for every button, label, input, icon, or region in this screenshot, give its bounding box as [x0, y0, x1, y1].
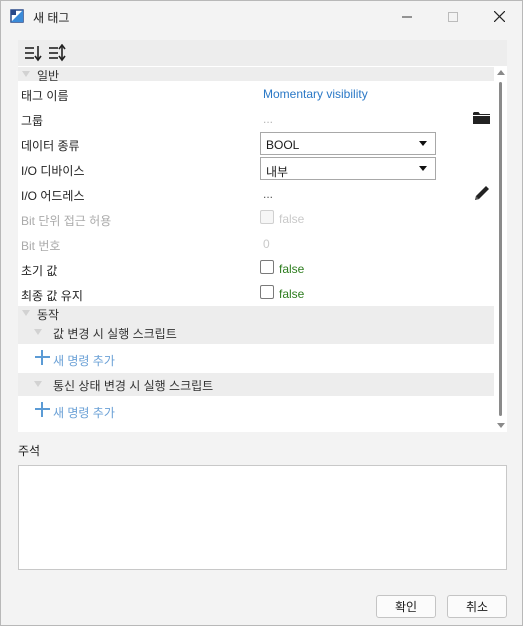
- tag-dialog-window: 새 태그 일반 태그 이름 Momentary visibility 그룹 ..…: [0, 0, 523, 626]
- row-bit-number: Bit 번호 0: [18, 231, 494, 256]
- window-title: 새 태그: [33, 11, 70, 25]
- add-command-button[interactable]: 새 명령 추가: [18, 344, 494, 372]
- maximize-icon: [448, 11, 458, 22]
- group-value[interactable]: ...: [263, 112, 273, 126]
- row-group: 그룹 ...: [18, 106, 494, 131]
- script-comm-change-header[interactable]: 통신 상태 변경 시 실행 스크립트: [18, 373, 494, 396]
- script-value-change-header[interactable]: 값 변경 시 실행 스크립트: [18, 321, 494, 344]
- data-type-select[interactable]: BOOL: [260, 132, 436, 155]
- initial-value-checkbox[interactable]: [260, 260, 274, 274]
- plus-icon: [35, 350, 50, 365]
- bit-access-label: Bit 단위 접근 허용: [21, 214, 112, 228]
- bit-access-checkbox: [260, 210, 274, 224]
- property-grid-toolbar: [18, 40, 507, 66]
- pencil-icon[interactable]: [473, 184, 491, 202]
- sort-categorized-icon[interactable]: [24, 44, 42, 62]
- collapse-triangle-icon: [34, 381, 42, 387]
- add-command-label: 새 명령 추가: [53, 406, 115, 420]
- row-io-address: I/O 어드레스 ...: [18, 181, 494, 206]
- script-value-change-label: 값 변경 시 실행 스크립트: [53, 327, 177, 341]
- bit-access-value: false: [279, 212, 305, 226]
- retain-last-label: 최종 값 유지: [21, 289, 83, 303]
- property-grid-scrollbar[interactable]: [495, 66, 507, 432]
- retain-last-checkbox[interactable]: [260, 285, 274, 299]
- add-command-button[interactable]: 새 명령 추가: [18, 396, 494, 424]
- section-behavior-header[interactable]: 동작: [18, 306, 494, 322]
- bit-number-value: 0: [263, 237, 270, 251]
- io-address-value[interactable]: ...: [263, 187, 273, 201]
- bit-number-label: Bit 번호: [21, 239, 61, 253]
- row-data-type: 데이터 종류 BOOL: [18, 131, 494, 156]
- initial-value-value: false: [279, 262, 305, 276]
- title-bar: 새 태그: [1, 1, 522, 32]
- data-type-label: 데이터 종류: [21, 139, 80, 153]
- collapse-triangle-icon: [22, 310, 30, 316]
- scroll-up-icon[interactable]: [497, 70, 505, 75]
- section-general-header[interactable]: 일반: [18, 67, 494, 83]
- comment-label: 주석: [18, 444, 41, 458]
- minimize-button[interactable]: [384, 1, 430, 32]
- dropdown-arrow-icon: [419, 166, 427, 171]
- close-button[interactable]: [476, 1, 522, 32]
- property-grid: 일반 태그 이름 Momentary visibility 그룹 ... 데이터…: [18, 40, 507, 432]
- script-comm-change-label: 통신 상태 변경 시 실행 스크립트: [53, 379, 214, 393]
- scroll-down-icon[interactable]: [497, 423, 505, 428]
- row-retain-last: 최종 값 유지 false: [18, 281, 494, 306]
- add-command-label: 새 명령 추가: [53, 354, 115, 368]
- group-label: 그룹: [21, 114, 44, 128]
- row-bit-access: Bit 단위 접근 허용 false: [18, 206, 494, 231]
- collapse-triangle-icon: [34, 329, 42, 335]
- collapse-triangle-icon: [22, 71, 30, 77]
- row-initial-value: 초기 값 false: [18, 256, 494, 281]
- io-device-label: I/O 디바이스: [21, 164, 85, 178]
- row-io-device: I/O 디바이스 내부: [18, 156, 494, 181]
- minimize-icon: [402, 16, 412, 17]
- sort-alphabetical-icon[interactable]: [48, 44, 66, 62]
- initial-value-label: 초기 값: [21, 264, 58, 278]
- scroll-thumb[interactable]: [499, 82, 502, 416]
- retain-last-value: false: [279, 287, 305, 301]
- comment-textarea[interactable]: [18, 465, 507, 570]
- dropdown-arrow-icon: [419, 141, 427, 146]
- app-logo-icon: [10, 9, 24, 23]
- row-tag-name: 태그 이름 Momentary visibility: [18, 81, 494, 106]
- io-device-select[interactable]: 내부: [260, 157, 436, 180]
- tag-name-value[interactable]: Momentary visibility: [263, 87, 368, 101]
- io-device-selected: 내부: [266, 165, 289, 179]
- folder-icon[interactable]: [473, 111, 490, 125]
- data-type-selected: BOOL: [266, 138, 300, 152]
- maximize-button: [430, 1, 476, 32]
- tag-name-label: 태그 이름: [21, 89, 69, 103]
- io-address-label: I/O 어드레스: [21, 189, 85, 203]
- close-icon: [493, 11, 505, 22]
- cancel-button[interactable]: 취소: [447, 595, 507, 618]
- plus-icon: [35, 402, 50, 417]
- ok-button[interactable]: 확인: [376, 595, 436, 618]
